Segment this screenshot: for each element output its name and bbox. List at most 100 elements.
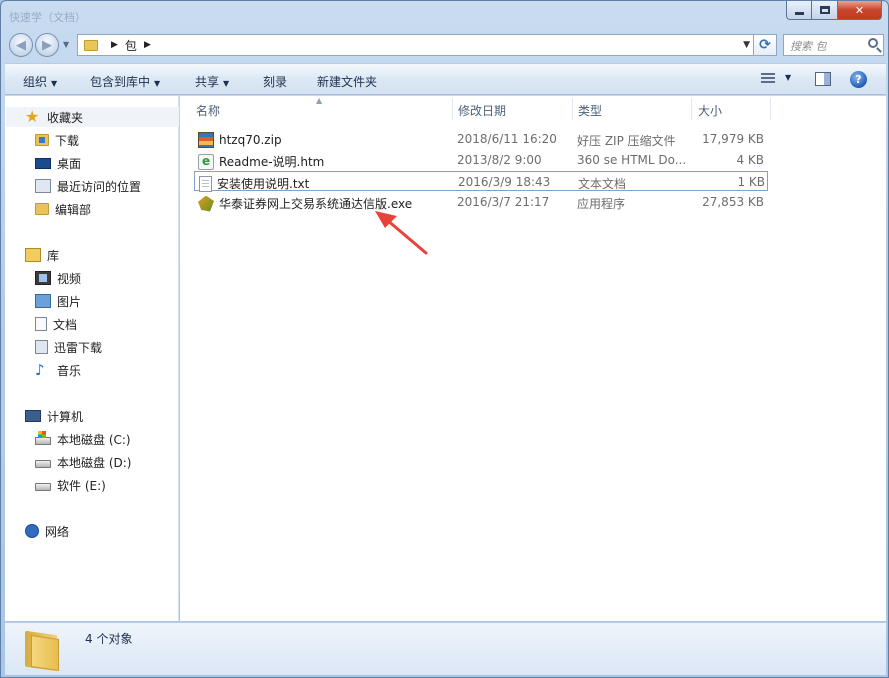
file-name: Readme-说明.htm <box>219 155 325 169</box>
explorer-window: 快速学（文档） ✕ ◀ ▶ ▼ ▶ 包 ▶ ▼ ⟳ 搜索 包 组织 ▼ 包含到库中… <box>0 0 889 678</box>
nav-libraries[interactable]: 库 <box>25 245 59 265</box>
nav-item-label: 下载 <box>55 133 80 148</box>
file-size: 4 KB <box>736 153 764 167</box>
nav-favorites-label: 收藏夹 <box>47 110 84 125</box>
share-menu[interactable]: 共享 ▼ <box>195 73 229 90</box>
file-modified: 2016/3/7 21:17 <box>457 195 550 209</box>
column-header-name[interactable]: 名称 <box>196 96 446 121</box>
nav-item-label: 迅雷下载 <box>54 340 103 355</box>
minimize-icon <box>794 11 804 15</box>
nav-item-pictures[interactable]: 图片 <box>35 291 81 311</box>
address-bar[interactable]: ▶ 包 ▶ ▼ <box>77 34 757 56</box>
file-size: 27,853 KB <box>702 195 764 209</box>
breadcrumb-separator-icon[interactable]: ▶ <box>111 40 118 50</box>
nav-computer-label: 计算机 <box>47 409 84 424</box>
search-input[interactable]: 搜索 包 <box>783 34 884 56</box>
download-folder-icon <box>35 134 49 146</box>
nav-item-label: 视频 <box>57 271 82 286</box>
organize-menu[interactable]: 组织 ▼ <box>23 73 57 90</box>
nav-favorites[interactable]: ★ 收藏夹 <box>25 107 83 127</box>
address-row: ◀ ▶ ▼ ▶ 包 ▶ ▼ ⟳ 搜索 包 <box>7 31 884 59</box>
breadcrumb-current[interactable]: 包 <box>125 37 137 54</box>
include-in-library-menu[interactable]: 包含到库中 ▼ <box>90 73 160 90</box>
nav-item-videos[interactable]: 视频 <box>35 268 81 288</box>
column-divider[interactable] <box>770 98 771 120</box>
nav-item-editorial[interactable]: 编辑部 <box>35 199 91 219</box>
file-row[interactable]: 华泰证券网上交易系统通达信版.exe 2016/3/7 21:17 应用程序 2… <box>194 192 768 212</box>
nav-item-label: 本地磁盘 (C:) <box>57 432 131 447</box>
share-label: 共享 <box>195 75 220 89</box>
refresh-button[interactable]: ⟳ <box>753 34 777 56</box>
file-modified: 2013/8/2 9:00 <box>457 153 542 167</box>
nav-item-drive-d[interactable]: 本地磁盘 (D:) <box>35 452 131 472</box>
file-name-cell: 安装使用说明.txt <box>199 175 309 192</box>
nav-item-documents[interactable]: 文档 <box>35 314 77 334</box>
file-list: ▲ 名称 修改日期 类型 大小 htzq70.zip 2018/6/11 16:… <box>180 96 886 621</box>
drive-icon <box>35 483 51 491</box>
preview-pane-icon[interactable] <box>815 72 831 86</box>
file-row[interactable]: htzq70.zip 2018/6/11 16:20 好压 ZIP 压缩文件 1… <box>194 129 768 149</box>
view-options-icon[interactable] <box>761 73 775 85</box>
close-button[interactable]: ✕ <box>838 1 882 20</box>
nav-item-label: 软件 (E:) <box>57 478 106 493</box>
nav-item-drive-e[interactable]: 软件 (E:) <box>35 475 106 495</box>
chevron-down-icon: ▼ <box>223 79 230 88</box>
file-type: 文本文档 <box>578 177 627 191</box>
recent-pages-dropdown[interactable]: ▼ <box>63 40 69 49</box>
navigation-pane: ★ 收藏夹 下载 桌面 最近访问的位置 编辑部 库 视频 图片 文档 迅雷下载 … <box>5 96 179 621</box>
system-drive-icon <box>35 431 51 445</box>
thunder-download-icon <box>35 340 48 354</box>
address-dropdown-icon[interactable]: ▼ <box>743 40 750 50</box>
back-button[interactable]: ◀ <box>9 33 33 57</box>
nav-item-label: 桌面 <box>57 156 82 171</box>
network-icon <box>25 524 39 538</box>
nav-item-label: 文档 <box>53 317 78 332</box>
maximize-icon <box>819 6 830 14</box>
file-name: 安装使用说明.txt <box>217 177 310 191</box>
breadcrumb-separator-icon[interactable]: ▶ <box>144 40 151 50</box>
folder-icon <box>35 203 49 215</box>
new-folder-button[interactable]: 新建文件夹 <box>317 73 377 90</box>
window-title: 快速学（文档） <box>9 11 86 24</box>
organize-label: 组织 <box>23 75 48 89</box>
nav-item-recent-places[interactable]: 最近访问的位置 <box>35 176 141 196</box>
annotation-arrow-icon <box>375 211 428 255</box>
documents-icon <box>35 317 47 331</box>
folder-large-icon <box>25 629 59 672</box>
column-divider[interactable] <box>691 98 692 120</box>
pictures-icon <box>35 294 51 308</box>
burn-button[interactable]: 刻录 <box>263 73 287 90</box>
search-placeholder: 搜索 包 <box>790 40 827 53</box>
nav-item-thunder-downloads[interactable]: 迅雷下载 <box>35 337 102 357</box>
nav-network[interactable]: 网络 <box>25 521 69 541</box>
file-name-cell: htzq70.zip <box>198 132 282 148</box>
column-header-modified[interactable]: 修改日期 <box>458 96 568 121</box>
include-in-library-label: 包含到库中 <box>90 75 151 89</box>
column-divider[interactable] <box>572 98 573 120</box>
close-icon: ✕ <box>854 3 865 17</box>
column-divider[interactable] <box>452 98 453 120</box>
refresh-icon: ⟳ <box>759 37 771 53</box>
help-icon[interactable]: ? <box>850 71 867 88</box>
column-header-type[interactable]: 类型 <box>578 96 688 121</box>
file-row-focused[interactable]: 安装使用说明.txt 2016/3/9 18:43 文本文档 1 KB <box>194 171 768 192</box>
column-header-size[interactable]: 大小 <box>698 96 768 121</box>
nav-item-desktop[interactable]: 桌面 <box>35 153 81 173</box>
view-dropdown-icon[interactable]: ▼ <box>785 73 791 82</box>
file-row[interactable]: Readme-说明.htm 2013/8/2 9:00 360 se HTML … <box>194 150 768 170</box>
file-type: 360 se HTML Do... <box>577 153 687 167</box>
html-file-icon <box>198 153 214 170</box>
minimize-button[interactable] <box>786 1 812 20</box>
file-size: 1 KB <box>737 175 765 189</box>
search-icon[interactable] <box>868 38 878 48</box>
zip-icon <box>198 132 214 148</box>
nav-item-music[interactable]: ♪ 音乐 <box>35 360 81 380</box>
file-name-cell: Readme-说明.htm <box>198 153 324 170</box>
forward-button[interactable]: ▶ <box>35 33 59 57</box>
drive-icon <box>35 460 51 468</box>
maximize-button[interactable] <box>812 1 838 20</box>
nav-item-downloads[interactable]: 下载 <box>35 130 79 150</box>
nav-computer[interactable]: 计算机 <box>25 406 83 426</box>
nav-item-drive-c[interactable]: 本地磁盘 (C:) <box>35 429 131 449</box>
video-icon <box>35 271 51 285</box>
